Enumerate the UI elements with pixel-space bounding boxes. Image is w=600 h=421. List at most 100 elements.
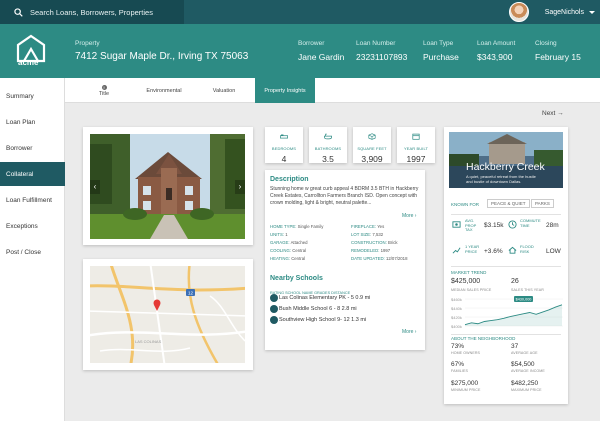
sidebar-item-post-close[interactable]: Post / Close (0, 240, 65, 264)
sidebar-item-loan-plan[interactable]: Loan Plan (0, 110, 65, 134)
borrower-field: Borrower Jane Gardin (298, 40, 344, 62)
map-highway-shield: 12 (188, 291, 194, 296)
next-link[interactable]: Next → (542, 110, 564, 117)
y-tick-label: $400k (451, 324, 462, 329)
market-trend-chart: $460k $440k $420k $400k $430,000 (451, 296, 563, 329)
average-income-label: AVERAGE INCOME (511, 369, 545, 373)
detail-heating: HEATING: Central (270, 256, 305, 261)
detail-remodeled-value: 1997 (380, 248, 391, 253)
bathrooms-label: BATHROOMS (314, 146, 342, 151)
closing-label: Closing (535, 40, 557, 47)
detail-construction: CONSTRUCTION: Brick (351, 240, 398, 245)
detail-date-updated-key: DATE UPDATED: (351, 256, 385, 261)
school-item[interactable]: Southview High School 9- 12 1.3 mi (270, 316, 366, 324)
divider (451, 214, 561, 215)
one-year-price-label: 1 YEAR PRICE (465, 244, 480, 254)
schools-title: Nearby Schools (270, 275, 323, 282)
loan-number-field: Loan Number 23231107893 (356, 40, 407, 62)
neighborhood-card: Hackberry Creek A quiet, peaceful retrea… (444, 127, 568, 404)
photo-prev-button[interactable]: ‹ (90, 180, 100, 194)
photo-next-button[interactable]: › (235, 180, 245, 194)
year-built-label: YEAR BUILT (403, 146, 429, 151)
bedrooms-label: BEDROOMS (271, 146, 297, 151)
tab-environmental[interactable]: Environmental (135, 78, 193, 103)
closing-value: February 15 (535, 52, 581, 62)
detail-units-value: 1 (285, 232, 288, 237)
bathrooms-value: 3.5 (322, 154, 334, 164)
detail-cooling-key: COOLING: (270, 248, 292, 253)
schools-more-link[interactable]: More › (402, 329, 416, 335)
rating-badge (270, 294, 278, 302)
detail-remodeled-key: REMODELED: (351, 248, 380, 253)
detail-fireplace-value: Yes (377, 224, 385, 229)
detail-date-updated: DATE UPDATED: 12/07/2018 (351, 256, 407, 261)
sales-count-value: 26 (511, 278, 519, 285)
sidebar-item-collateral[interactable]: Collateral (0, 162, 65, 186)
detail-lot-size-key: LOT SIZE: (351, 232, 372, 237)
home-owners-label: HOME OWNERS (451, 351, 481, 355)
tab-title[interactable]: ! Title (75, 78, 133, 103)
chip-parks[interactable]: PARKS (531, 199, 554, 208)
tab-title-label: Title (98, 90, 110, 97)
chevron-down-icon[interactable] (589, 10, 595, 14)
year-built-stat: YEAR BUILT 1997 (397, 127, 435, 164)
detail-units: UNITS: 1 (270, 232, 288, 237)
detail-heating-value: Central (291, 256, 306, 261)
square-feet-value: 3,909 (361, 154, 383, 164)
detail-remodeled: REMODELED: 1997 (351, 248, 390, 253)
property-info-card: Description Stunning home w great curb a… (265, 170, 425, 350)
detail-fireplace: FIREPLACE: Yes (351, 224, 384, 229)
chip-peace-quiet[interactable]: PEACE & QUIET (487, 199, 530, 208)
tab-property-insights[interactable]: Property Insights (255, 78, 315, 103)
school-item[interactable]: Las Colinas Elementary PK - 5 0.9 mi (270, 294, 370, 302)
about-neighborhood-label: ABOUT THE NEIGHBORHOOD (451, 336, 516, 341)
user-menu[interactable]: SageNichols (508, 0, 600, 24)
school-item[interactable]: Bush Middle School 6 - 8 2.8 mi (270, 305, 357, 313)
description-title: Description (270, 176, 309, 183)
bath-icon (324, 133, 332, 140)
loan-amount-field: Loan Amount $343,900 (477, 40, 515, 62)
bathrooms-stat: BATHROOMS 3.5 (309, 127, 347, 164)
sidebar-item-exceptions[interactable]: Exceptions (0, 214, 65, 238)
tab-valuation[interactable]: Valuation (195, 78, 253, 103)
detail-home-type: HOME TYPE: Single Family (270, 224, 323, 229)
search-placeholder[interactable]: Search Loans, Borrowers, Properties (30, 8, 153, 17)
families-label: FAMILIES (451, 369, 468, 373)
rating-badge (270, 316, 278, 324)
loan-number-value: 23231107893 (356, 52, 408, 62)
y-tick-label: $460k (451, 297, 462, 302)
detail-lot-size: LOT SIZE: 7,532 (351, 232, 383, 237)
avg-prop-tax-value: $3.15k (484, 222, 504, 229)
minimum-price-value: $275,000 (451, 380, 479, 387)
tab-valuation-label: Valuation (212, 87, 236, 94)
bedrooms-stat: BEDROOMS 4 (265, 127, 303, 164)
tab-bar: ! Title Environmental Valuation Property… (65, 78, 600, 103)
flood-risk-label: FLOOD RISK (520, 244, 534, 254)
home-owners-value: 73% (451, 343, 465, 350)
description-more-link[interactable]: More › (402, 213, 416, 219)
y-tick-label: $440k (451, 306, 462, 311)
neighborhood-title: Hackberry Creek (466, 161, 545, 173)
avg-prop-tax-label: AVG. PROP TAX (465, 218, 477, 232)
user-name[interactable]: SageNichols (545, 9, 584, 16)
sidebar-item-borrower[interactable]: Borrower (0, 136, 65, 160)
highlight-label: $430,000 (516, 297, 532, 301)
average-age-value: 37 (511, 343, 519, 350)
calendar-icon (412, 133, 420, 140)
detail-construction-key: CONSTRUCTION: (351, 240, 387, 245)
avatar[interactable] (508, 2, 529, 22)
flood-house-icon (508, 246, 517, 254)
house-image (90, 134, 245, 239)
school-item-text: Southview High School 9- 12 1.3 mi (279, 317, 367, 323)
property-map[interactable]: 12 LAS COLINAS (90, 266, 245, 363)
loan-type-field: Loan Type Purchase (423, 40, 459, 62)
info-icon: ! (101, 84, 107, 90)
sidebar-item-loan-fulfillment[interactable]: Loan Fulfillment (0, 188, 65, 212)
detail-home-type-key: HOME TYPE: (270, 224, 297, 229)
bedrooms-value: 4 (281, 154, 287, 164)
tab-environmental-label: Environmental (146, 87, 182, 94)
sidebar-item-summary[interactable]: Summary (0, 84, 65, 108)
global-search[interactable]: Search Loans, Borrowers, Properties (0, 0, 184, 24)
rating-badge (270, 305, 278, 313)
maximum-price-label: MAXIMUM PRICE (511, 388, 542, 392)
